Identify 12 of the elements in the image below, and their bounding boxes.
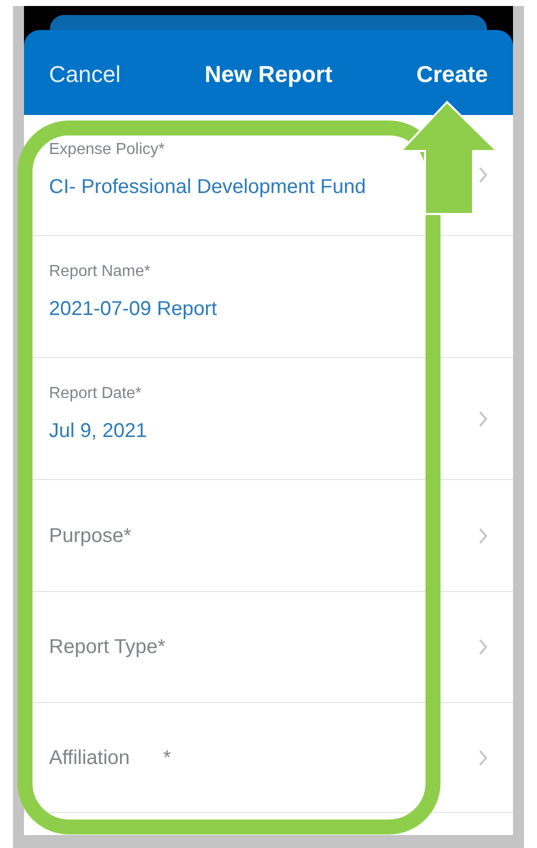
field-value: Jul 9, 2021 [49,418,147,444]
field-label: Purpose* [49,524,132,548]
cancel-button[interactable]: Cancel [49,56,121,92]
field-value: 2021-07-09 Report [49,296,217,322]
screen-title: New Report [204,60,332,89]
create-button[interactable]: Create [416,56,488,92]
field-label: Affiliation * [49,746,171,770]
field-label: Report Name* [49,262,152,282]
field-label: Expense Policy* [49,140,166,160]
field-value: CI- Professional Development Fund [49,175,366,200]
field-label: Report Date* [49,384,142,404]
field-label: Report Type* [49,635,166,660]
